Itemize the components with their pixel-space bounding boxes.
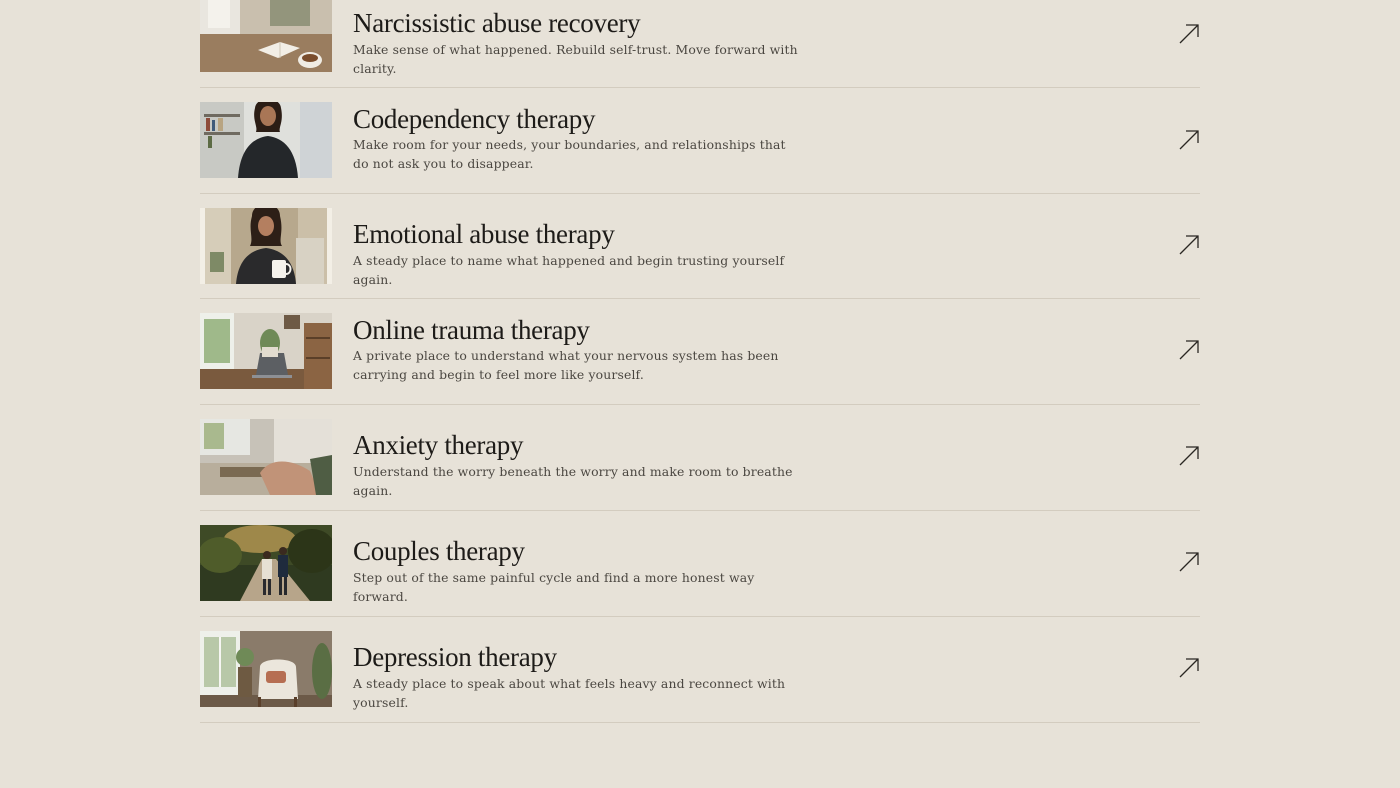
arrow-up-right-icon[interactable] <box>1177 338 1201 362</box>
arrow-up-right-icon[interactable] <box>1177 233 1201 257</box>
service-description: A steady place to speak about what feels… <box>353 676 786 710</box>
service-row-codependency-therapy[interactable]: Codependency therapy Make room for your … <box>200 88 1200 194</box>
service-description: Make sense of what happened. Rebuild sel… <box>353 42 798 76</box>
armchair-window-photo <box>200 631 332 707</box>
service-description: Make room for your needs, your boundarie… <box>353 137 786 171</box>
laptop-desk-room-photo <box>200 313 332 389</box>
service-row-depression-therapy[interactable]: Depression therapy A steady place to spe… <box>200 617 1200 723</box>
service-row-anxiety-therapy[interactable]: Anxiety therapy Understand the worry ben… <box>200 405 1200 511</box>
service-title: Couples therapy <box>353 536 525 566</box>
service-description: A steady place to name what happened and… <box>353 253 785 287</box>
service-description: Understand the worry beneath the worry a… <box>353 464 793 498</box>
woman-with-mug-photo <box>200 208 332 284</box>
service-title: Narcissistic abuse recovery <box>353 8 641 38</box>
service-title: Online trauma therapy <box>353 315 590 345</box>
arrow-up-right-icon[interactable] <box>1177 656 1201 680</box>
service-description: Step out of the same painful cycle and f… <box>353 570 755 604</box>
service-row-couples-therapy[interactable]: Couples therapy Step out of the same pai… <box>200 511 1200 617</box>
service-title: Anxiety therapy <box>353 430 524 460</box>
hands-on-blanket-photo <box>200 419 332 495</box>
arrow-up-right-icon[interactable] <box>1177 22 1201 46</box>
service-description: A private place to understand what your … <box>353 348 779 382</box>
service-title: Codependency therapy <box>353 104 596 134</box>
arrow-up-right-icon[interactable] <box>1177 128 1201 152</box>
service-row-emotional-abuse-therapy[interactable]: Emotional abuse therapy A steady place t… <box>200 194 1200 299</box>
service-row-online-trauma-therapy[interactable]: Online trauma therapy A private place to… <box>200 299 1200 405</box>
open-book-coffee-photo <box>200 0 332 72</box>
service-row-narcissistic-abuse-recovery[interactable]: Narcissistic abuse recovery Make sense o… <box>200 0 1200 88</box>
arrow-up-right-icon[interactable] <box>1177 550 1201 574</box>
couple-walking-path-photo <box>200 525 332 601</box>
services-list: Narcissistic abuse recovery Make sense o… <box>0 0 1400 788</box>
service-title: Emotional abuse therapy <box>353 219 615 249</box>
service-title: Depression therapy <box>353 642 557 672</box>
arrow-up-right-icon[interactable] <box>1177 444 1201 468</box>
smiling-woman-bookshelf-photo <box>200 102 332 178</box>
